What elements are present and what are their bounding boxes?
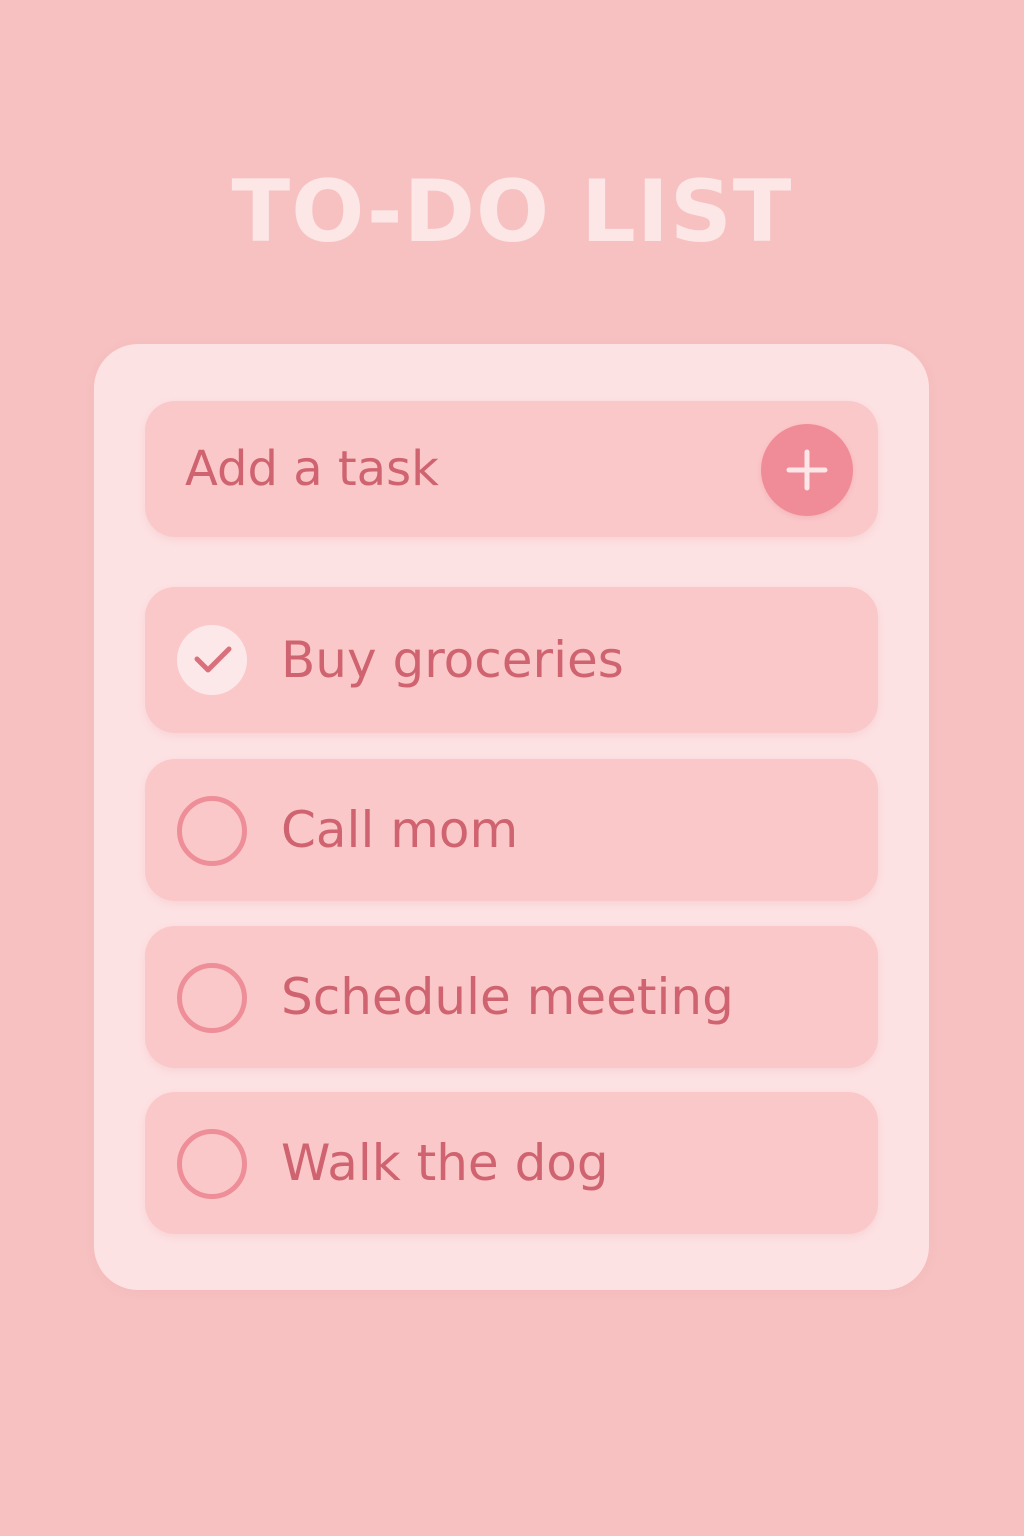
add-task-button[interactable] bbox=[761, 424, 853, 516]
task-checkbox[interactable] bbox=[177, 963, 247, 1033]
add-task-input[interactable] bbox=[145, 401, 735, 537]
page-title: TO-DO LIST bbox=[231, 162, 793, 262]
task-checkbox[interactable] bbox=[177, 1129, 247, 1199]
task-label: Call mom bbox=[281, 801, 519, 859]
add-task-row bbox=[145, 401, 878, 537]
list-item: Buy groceries bbox=[145, 587, 878, 733]
checkmark-icon bbox=[194, 646, 232, 673]
task-checkbox[interactable] bbox=[177, 796, 247, 866]
list-item: Schedule meeting bbox=[145, 926, 878, 1068]
list-item: Walk the dog bbox=[145, 1092, 878, 1234]
list-item: Call mom bbox=[145, 759, 878, 901]
task-label: Walk the dog bbox=[281, 1134, 609, 1192]
task-label: Schedule meeting bbox=[281, 968, 734, 1026]
task-checkbox-checked[interactable] bbox=[177, 625, 247, 695]
plus-icon bbox=[786, 449, 828, 491]
todo-card: Buy groceries Call mom Schedule meeting … bbox=[94, 344, 929, 1290]
task-label: Buy groceries bbox=[281, 631, 624, 689]
